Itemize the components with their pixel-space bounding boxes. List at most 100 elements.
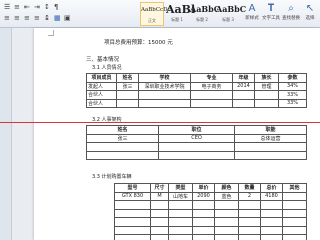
table-cell[interactable] [150, 208, 169, 218]
table-cell[interactable] [190, 90, 233, 100]
table-cell[interactable] [232, 98, 255, 108]
table-cell[interactable] [214, 208, 239, 218]
table-cell[interactable] [214, 217, 239, 227]
table-cell[interactable] [116, 90, 139, 100]
table-cell[interactable]: 33% [278, 98, 307, 108]
line-spacing-icon[interactable]: ↨ [44, 14, 50, 22]
table-cell[interactable] [238, 217, 261, 227]
table-cell[interactable] [282, 234, 307, 240]
table-cell[interactable] [232, 90, 255, 100]
table-cell[interactable] [260, 234, 283, 240]
table-cell[interactable] [282, 217, 307, 227]
decrease-indent-icon[interactable]: ⇤ [24, 3, 30, 11]
table-cell[interactable] [116, 98, 139, 108]
table-cell[interactable]: 总体运营 [234, 133, 307, 143]
table-cell[interactable]: 蓝色 [214, 191, 239, 201]
table-cell[interactable]: 34% [278, 81, 307, 91]
table-cell[interactable] [238, 200, 261, 210]
table-cell[interactable] [150, 200, 169, 210]
table-cell[interactable]: 4180 [260, 191, 283, 201]
table-cell[interactable]: 合伙人 [86, 90, 117, 100]
table-cell[interactable] [282, 208, 307, 218]
table-cell[interactable] [192, 200, 215, 210]
table-cell[interactable] [150, 225, 169, 235]
table-cell[interactable]: CEO [158, 133, 235, 143]
align-right-icon[interactable]: ≡ [24, 14, 30, 22]
table-cell[interactable]: 电子商务 [190, 81, 233, 91]
table-cell[interactable] [138, 98, 191, 108]
table-cell[interactable] [114, 225, 151, 235]
bullet-list-icon[interactable]: ☰ [4, 3, 10, 11]
table-cell[interactable] [150, 234, 169, 240]
table-cell[interactable] [260, 208, 283, 218]
table-cell[interactable] [138, 90, 191, 100]
table-cell[interactable] [282, 191, 307, 201]
numbered-list-icon[interactable]: ≡ [14, 3, 20, 11]
table-cell[interactable]: 张三 [116, 81, 139, 91]
table-cell[interactable] [168, 217, 193, 227]
table-cell[interactable] [192, 225, 215, 235]
table-cell[interactable]: 深圳职业技术学院 [138, 81, 191, 91]
align-left-icon[interactable]: ≡ [4, 14, 10, 22]
table-cell[interactable] [254, 90, 279, 100]
table-cell[interactable] [260, 200, 283, 210]
style-normal[interactable]: AaBbCcDc 正文 [140, 2, 171, 26]
table-cell[interactable] [254, 98, 279, 108]
document-page[interactable]: 项目总费用预算：15000 元 三、基本情况 3.1 人员情况 项目成员 姓名 … [34, 28, 320, 240]
justify-icon[interactable]: ≡ [34, 14, 40, 22]
table-cell[interactable] [86, 150, 159, 160]
table-cell[interactable] [214, 234, 239, 240]
table-cell[interactable] [168, 234, 193, 240]
table-cell[interactable] [114, 234, 151, 240]
table-cell[interactable]: 2090 [192, 191, 215, 201]
table-cell[interactable] [234, 150, 307, 160]
style-heading-1[interactable]: AaBl 标题 1 [166, 2, 195, 26]
table-cell[interactable] [234, 142, 307, 152]
table-cell[interactable]: 合伙人 [86, 98, 117, 108]
table-cell[interactable]: 管理 [254, 81, 279, 91]
find-replace-button[interactable]: ⌕ 查找替换 [282, 2, 300, 26]
style-heading-2[interactable]: AaBbC 标题 2 [190, 2, 220, 26]
table-cell[interactable]: 33% [278, 90, 307, 100]
table-cell[interactable] [114, 208, 151, 218]
new-style-button[interactable]: A 新样式 [244, 2, 260, 26]
table-cell[interactable] [282, 200, 307, 210]
table-cell[interactable] [260, 217, 283, 227]
table-cell[interactable] [86, 142, 159, 152]
table-cell[interactable] [114, 217, 151, 227]
table-cell[interactable]: 张三 [86, 133, 159, 143]
style-heading-3[interactable]: AaBbC 标题 3 [216, 2, 246, 26]
show-marks-icon[interactable]: ¶ [54, 3, 58, 11]
table-cell[interactable] [238, 225, 261, 235]
table-cell[interactable] [150, 217, 169, 227]
table-cell[interactable]: 山地车 [168, 191, 193, 201]
table-cell[interactable] [214, 200, 239, 210]
shading-icon[interactable]: ▦ [54, 14, 61, 22]
table-cell[interactable] [190, 98, 233, 108]
table-cell[interactable] [282, 225, 307, 235]
table-cell[interactable] [192, 217, 215, 227]
table-cell[interactable]: M [150, 191, 169, 201]
table-cell[interactable] [238, 208, 261, 218]
table-cell[interactable] [260, 225, 283, 235]
table-cell[interactable] [114, 200, 151, 210]
sort-icon[interactable]: ↕ [44, 3, 50, 11]
align-center-icon[interactable]: ≡ [14, 14, 20, 22]
table-cell[interactable] [168, 200, 193, 210]
table-cell[interactable] [214, 225, 239, 235]
table-cell[interactable]: 2014 [232, 81, 255, 91]
table-cell[interactable] [192, 234, 215, 240]
table-cell[interactable] [168, 208, 193, 218]
table-cell[interactable]: GTX 830 [114, 191, 151, 201]
select-button[interactable]: ↖ 选择 [302, 2, 318, 26]
table-cell[interactable] [158, 150, 235, 160]
table-cell[interactable] [158, 142, 235, 152]
text-tools-button[interactable]: 𝐓 文字工具 [262, 2, 280, 26]
table-cell[interactable]: 发起人 [86, 81, 117, 91]
table-cell[interactable] [168, 225, 193, 235]
border-icon[interactable]: ▣ [64, 14, 71, 22]
table-cell[interactable]: 2 [238, 191, 261, 201]
increase-indent-icon[interactable]: ⇥ [34, 3, 40, 11]
table-cell[interactable] [192, 208, 215, 218]
table-cell[interactable] [238, 234, 261, 240]
